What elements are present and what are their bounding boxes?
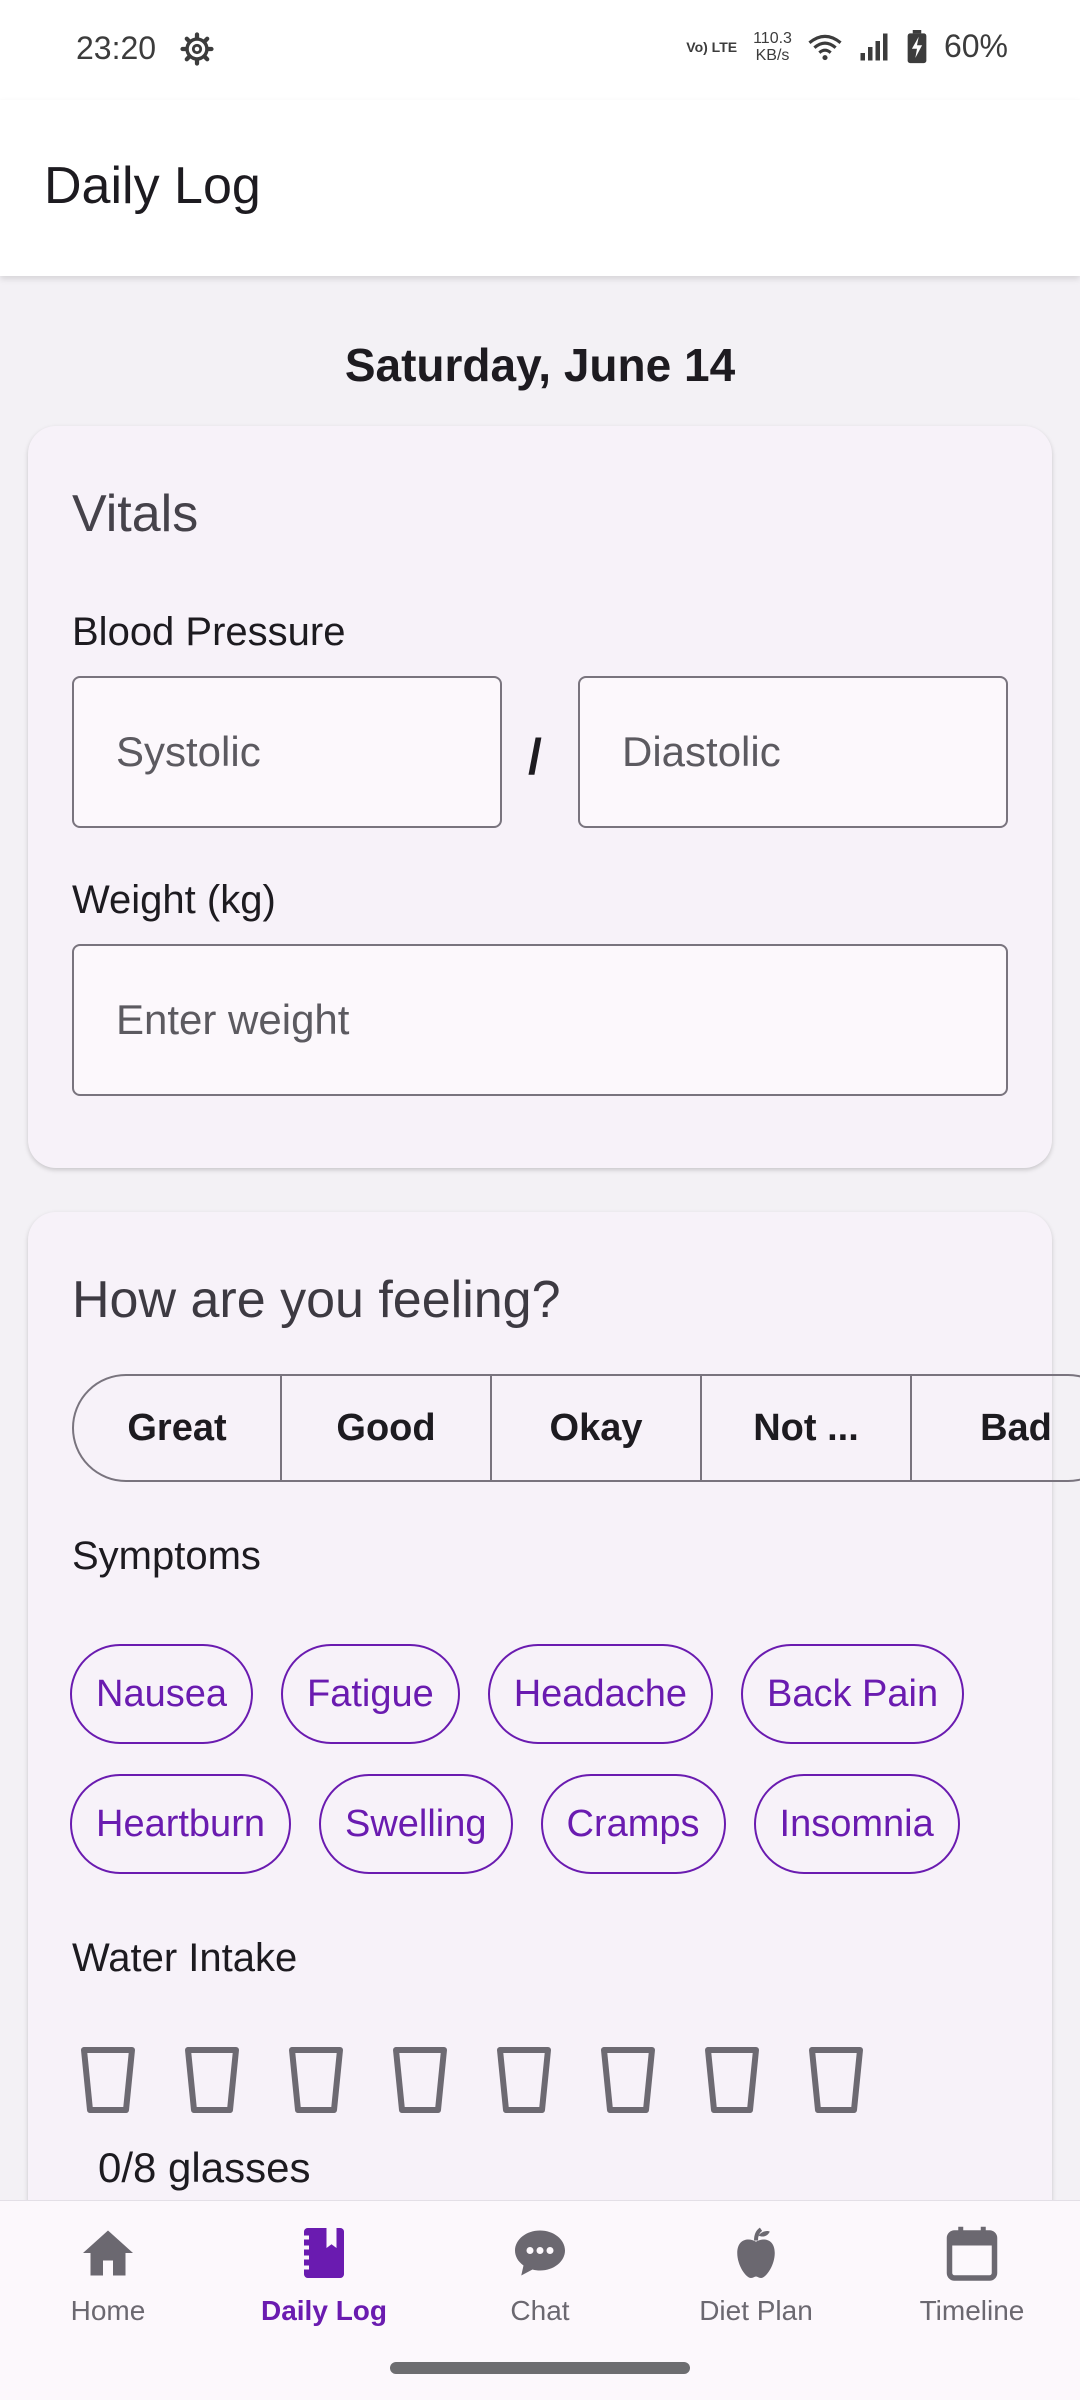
journal-icon	[301, 2228, 344, 2278]
water-count: 0/8 glasses	[98, 2144, 311, 2191]
diastolic-input[interactable]	[580, 678, 1006, 826]
weight-label: Weight (kg)	[72, 878, 276, 922]
water-intake-label: Water Intake	[72, 1936, 298, 1980]
nav-item-timeline[interactable]: Timeline	[864, 2201, 1080, 2400]
systolic-field[interactable]	[72, 676, 502, 828]
apple-icon	[737, 2227, 775, 2278]
volte-indicator: Vo) LTE	[686, 38, 738, 55]
symptom-chip-headache[interactable]: Headache	[487, 1644, 713, 1744]
water-glass-icon[interactable]	[494, 2046, 554, 2114]
systolic-input[interactable]	[74, 678, 500, 826]
symptom-chip-cramps[interactable]: Cramps	[540, 1774, 726, 1874]
water-glasses	[78, 2046, 866, 2114]
cell-signal-icon	[860, 33, 888, 60]
nav-label-daily-log: Daily Log	[260, 2295, 387, 2326]
mood-segmented-control: Great Good Okay Not ... Bad	[72, 1374, 1080, 1482]
calendar-icon	[946, 2226, 998, 2281]
network-speed: 110.3 KB/s	[753, 30, 792, 64]
date-heading: Saturday, June 14	[344, 339, 736, 391]
status-bar: 23:20 Vo) LTE 110.3 KB/s 60%	[0, 0, 1080, 100]
mood-option-not-well[interactable]: Not ...	[702, 1374, 912, 1482]
daily-log-content[interactable]: Saturday, June 14 Vitals Blood Pressure …	[0, 276, 1080, 2200]
mood-option-good[interactable]: Good	[282, 1374, 492, 1482]
battery-percent: 60%	[943, 28, 1008, 64]
settings-gear-icon	[180, 32, 214, 66]
symptoms-label: Symptoms	[72, 1534, 261, 1578]
nav-label-timeline: Timeline	[919, 2295, 1025, 2326]
weight-field[interactable]	[72, 944, 1008, 1096]
page-title: Daily Log	[44, 157, 261, 215]
symptom-chips-row-1: Nausea Fatigue Headache Back Pain	[70, 1644, 965, 1744]
water-glass-icon[interactable]	[598, 2046, 658, 2114]
symptom-chip-fatigue[interactable]: Fatigue	[280, 1644, 460, 1744]
status-time: 23:20	[76, 30, 157, 66]
feeling-card: How are you feeling? Great Good Okay Not…	[28, 1212, 1080, 2200]
network-speed-unit: KB/s	[755, 46, 790, 64]
symptom-chip-back-pain[interactable]: Back Pain	[740, 1644, 965, 1744]
diastolic-field[interactable]	[578, 676, 1008, 828]
nav-label-diet-plan: Diet Plan	[699, 2295, 813, 2326]
nav-label-home: Home	[70, 2295, 146, 2326]
water-glass-icon[interactable]	[390, 2046, 450, 2114]
symptom-chip-heartburn[interactable]: Heartburn	[70, 1774, 291, 1874]
mood-option-okay[interactable]: Okay	[492, 1374, 702, 1482]
symptom-chip-nausea[interactable]: Nausea	[70, 1644, 253, 1744]
nav-label-chat: Chat	[510, 2295, 570, 2326]
mood-option-great[interactable]: Great	[72, 1374, 282, 1482]
blood-pressure-label: Blood Pressure	[72, 610, 346, 654]
wifi-icon	[808, 34, 842, 60]
home-icon	[83, 2230, 133, 2276]
water-glass-icon[interactable]	[806, 2046, 866, 2114]
symptom-chip-swelling[interactable]: Swelling	[318, 1774, 513, 1874]
chat-icon	[515, 2230, 565, 2276]
water-glass-icon[interactable]	[702, 2046, 762, 2114]
nav-item-home[interactable]: Home	[0, 2201, 216, 2400]
water-glass-icon[interactable]	[182, 2046, 242, 2114]
home-indicator	[390, 2362, 690, 2374]
weight-input[interactable]	[74, 946, 1006, 1094]
symptom-chips-row-2: Heartburn Swelling Cramps Insomnia	[70, 1774, 960, 1874]
feeling-heading: How are you feeling?	[72, 1271, 561, 1329]
water-glass-icon[interactable]	[286, 2046, 346, 2114]
status-indicators: Vo) LTE 110.3 KB/s 60%	[686, 28, 1008, 65]
water-glass-icon[interactable]	[78, 2046, 138, 2114]
bp-separator: /	[528, 729, 542, 785]
vitals-heading: Vitals	[72, 485, 199, 543]
battery-charging-icon	[907, 29, 927, 63]
app-bar: Daily Log	[0, 100, 1080, 276]
mood-option-bad[interactable]: Bad	[912, 1374, 1080, 1482]
network-speed-value: 110.3	[753, 29, 792, 47]
vitals-card: Vitals Blood Pressure / Weight (kg)	[28, 426, 1052, 1168]
symptom-chip-insomnia[interactable]: Insomnia	[753, 1774, 960, 1874]
